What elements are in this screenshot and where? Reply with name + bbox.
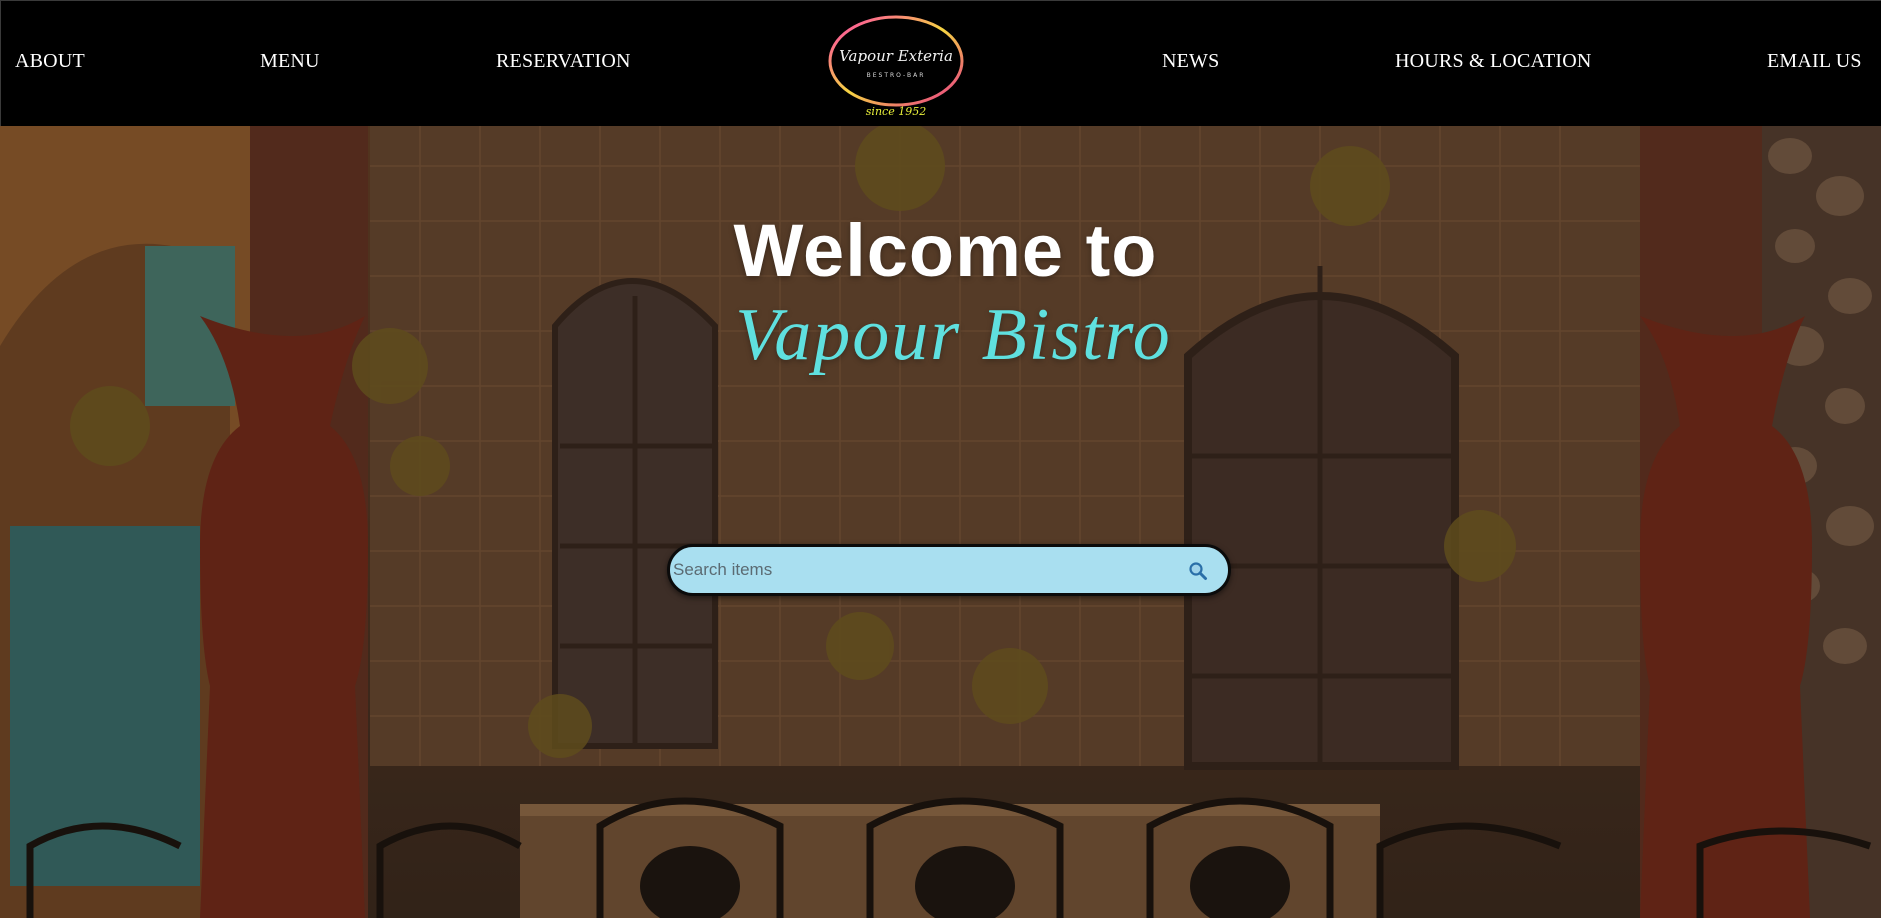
- hero-section: Welcome to Vapour Bistro: [0, 126, 1881, 918]
- logo-script-text: Vapour Exteria: [839, 47, 953, 65]
- logo-subtitle: BESTRO-BAR: [867, 72, 926, 79]
- nav-link-news[interactable]: NEWS: [1162, 49, 1219, 73]
- hero-brand-name: Vapour Bistro: [735, 294, 1172, 376]
- search-bar: [667, 544, 1231, 596]
- site-logo[interactable]: Vapour Exteria BESTRO-BAR since 1952: [823, 7, 969, 123]
- hero-welcome-heading: Welcome to: [733, 209, 1158, 292]
- nav-link-hours-location[interactable]: HOURS & LOCATION: [1395, 49, 1592, 73]
- nav-link-reservation[interactable]: RESERVATION: [496, 49, 631, 73]
- search-icon[interactable]: [1188, 561, 1208, 581]
- top-navbar: ABOUT MENU RESERVATION Vapour Exteria BE…: [0, 0, 1881, 126]
- search-input[interactable]: [673, 547, 1153, 593]
- nav-link-about[interactable]: ABOUT: [15, 49, 85, 73]
- nav-link-menu[interactable]: MENU: [260, 49, 320, 73]
- nav-link-email-us[interactable]: EMAIL US: [1767, 49, 1862, 73]
- logo-tagline: since 1952: [866, 105, 926, 118]
